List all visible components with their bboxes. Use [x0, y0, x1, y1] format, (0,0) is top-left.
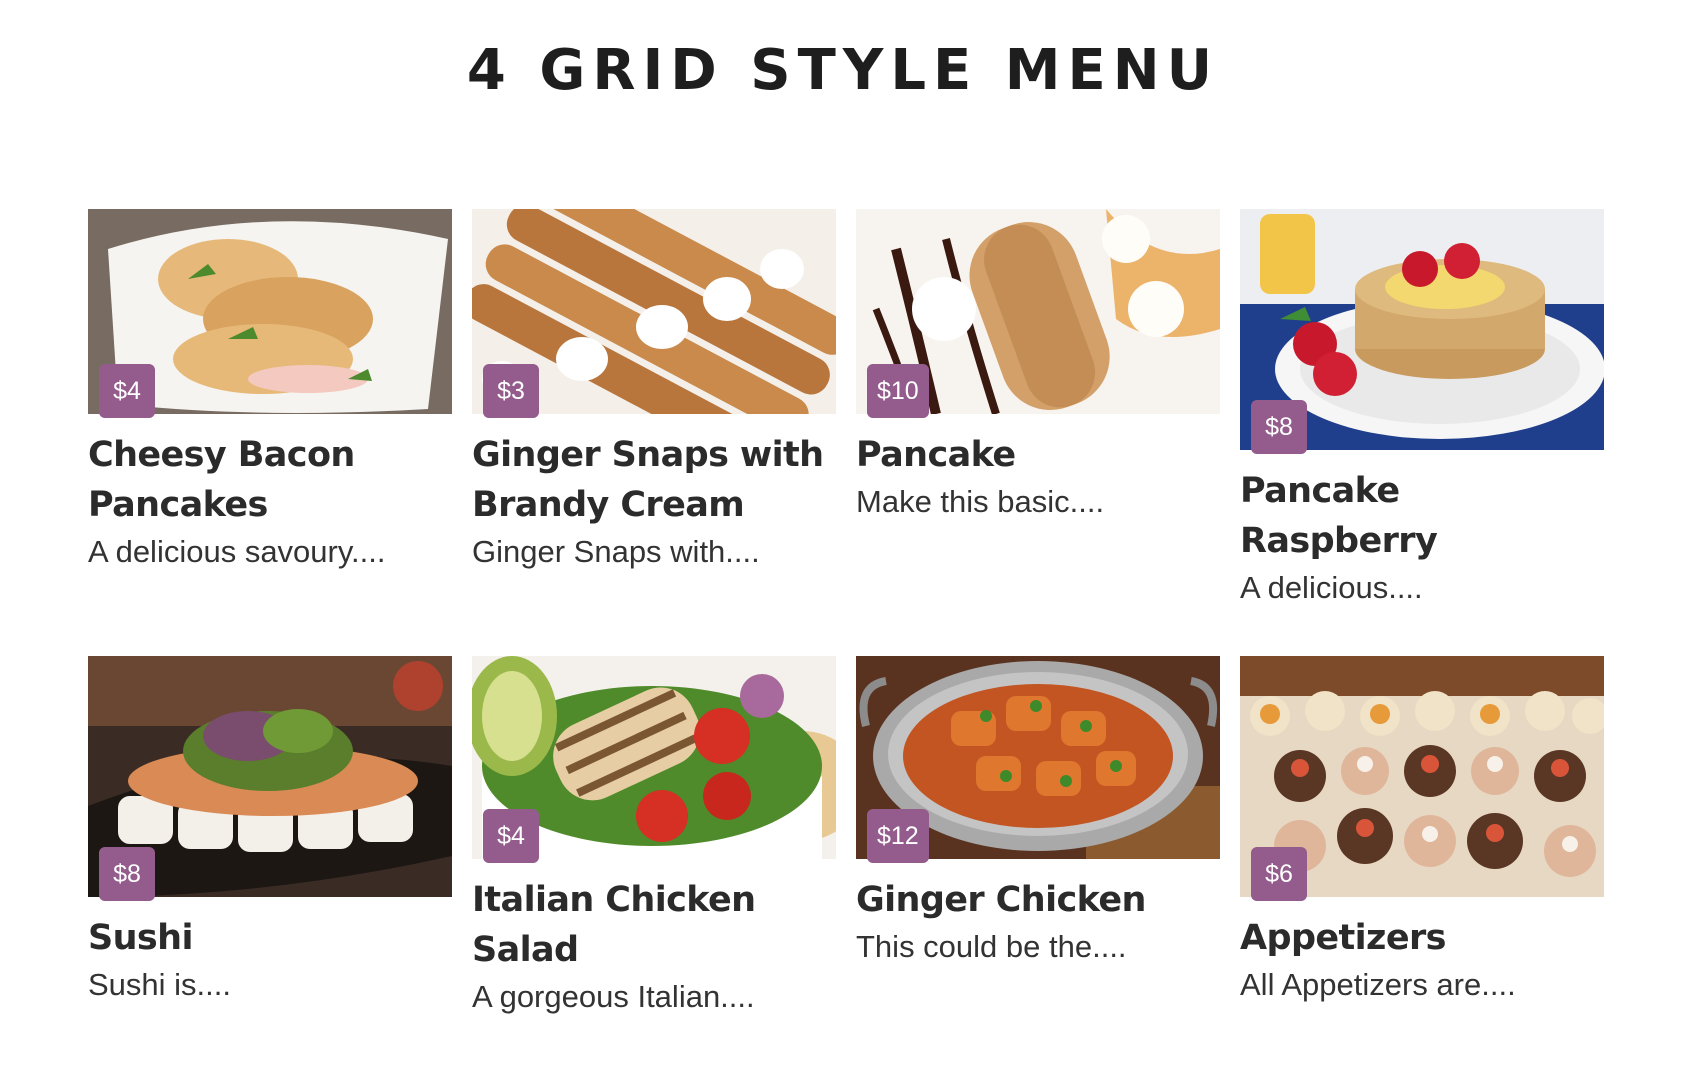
- menu-item-ginger-snaps[interactable]: $3 Ginger Snaps with Brandy Cream Ginger…: [472, 209, 836, 610]
- menu-item-title[interactable]: Italian Chicken Salad: [472, 875, 836, 975]
- menu-item-description: A delicious savoury....: [88, 534, 386, 569]
- price-badge: $8: [99, 847, 155, 901]
- menu-item-photo[interactable]: $12: [856, 656, 1220, 863]
- menu-item-ginger-chicken[interactable]: $12 Ginger Chicken This could be the....: [856, 656, 1220, 1019]
- menu-item-description: A gorgeous Italian....: [472, 979, 755, 1014]
- price-badge: $3: [483, 364, 539, 418]
- menu-item-title[interactable]: Appetizers: [1240, 913, 1604, 963]
- menu-item-photo[interactable]: $8: [1240, 209, 1604, 454]
- menu-item-title[interactable]: Pancake Raspberry: [1240, 466, 1604, 566]
- menu-item-sushi[interactable]: $8 Sushi Sushi is....: [88, 656, 452, 1019]
- menu-grid: $4 Cheesy Bacon Pancakes A delicious sav…: [88, 209, 1604, 1019]
- menu-item-photo[interactable]: $10: [856, 209, 1220, 418]
- menu-item-description: All Appetizers are....: [1240, 967, 1516, 1002]
- menu-item-description: This could be the....: [856, 929, 1127, 964]
- menu-item-photo[interactable]: $6: [1240, 656, 1604, 901]
- menu-item-description: A delicious....: [1240, 570, 1423, 605]
- menu-item-description: Sushi is....: [88, 967, 231, 1002]
- menu-item-description: Make this basic....: [856, 484, 1105, 519]
- price-badge: $6: [1251, 847, 1307, 901]
- price-badge: $10: [867, 364, 929, 418]
- menu-item-title[interactable]: Cheesy Bacon Pancakes: [88, 430, 452, 530]
- menu-item-photo[interactable]: $4: [88, 209, 452, 418]
- menu-item-appetizers[interactable]: $6 Appetizers All Appetizers are....: [1240, 656, 1604, 1019]
- price-badge: $4: [99, 364, 155, 418]
- price-badge: $8: [1251, 400, 1307, 454]
- menu-item-title[interactable]: Pancake: [856, 430, 1220, 480]
- menu-item-title[interactable]: Ginger Snaps with Brandy Cream: [472, 430, 836, 530]
- menu-item-photo[interactable]: $4: [472, 656, 836, 863]
- menu-item-title[interactable]: Sushi: [88, 913, 452, 963]
- menu-item-pancake[interactable]: $10 Pancake Make this basic....: [856, 209, 1220, 610]
- menu-item-italian-chicken-salad[interactable]: $4 Italian Chicken Salad A gorgeous Ital…: [472, 656, 836, 1019]
- menu-item-title[interactable]: Ginger Chicken: [856, 875, 1220, 925]
- menu-item-photo[interactable]: $8: [88, 656, 452, 901]
- page-title: 4 GRID STYLE MENU: [466, 38, 1220, 103]
- price-badge: $12: [867, 809, 929, 863]
- menu-item-photo[interactable]: $3: [472, 209, 836, 418]
- menu-item-pancake-raspberry[interactable]: $8 Pancake Raspberry A delicious....: [1240, 209, 1604, 610]
- menu-item-description: Ginger Snaps with....: [472, 534, 760, 569]
- price-badge: $4: [483, 809, 539, 863]
- menu-item-cheesy-bacon-pancakes[interactable]: $4 Cheesy Bacon Pancakes A delicious sav…: [88, 209, 452, 610]
